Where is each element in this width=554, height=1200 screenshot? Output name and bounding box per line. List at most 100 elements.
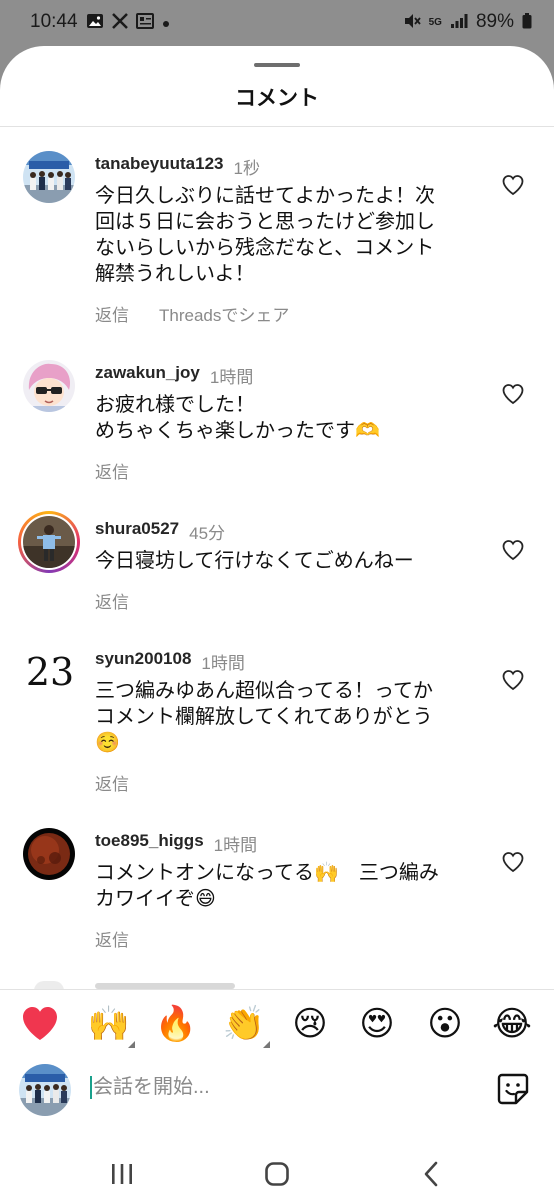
comment-item: shura0527 45分 今日寝坊して行けなくてごめんねー 返信 — [0, 511, 554, 616]
like-heart-icon[interactable] — [501, 668, 525, 692]
comment-actions: 返信 — [95, 458, 129, 483]
comment-meta: toe895_higgs 1時間 — [95, 831, 257, 856]
battery-icon — [522, 12, 532, 32]
back-icon[interactable] — [412, 1154, 452, 1194]
comment-time: 1時間 — [209, 368, 254, 387]
avatar[interactable] — [23, 151, 75, 203]
comment-text-line: 回は５日に会おうと思ったけど参加し — [95, 211, 435, 233]
comment-time: 1秒 — [233, 159, 260, 178]
more-notifications-dot-icon — [162, 14, 170, 31]
comment-username[interactable]: tanabeyuuta123 — [95, 154, 224, 179]
comment-item: zawakun_joy 1時間 お疲れ様でした！ めちゃくちゃ楽しかったです🫶 … — [0, 360, 554, 500]
comment-item: 23 syun200108 1時間 三つ編みゆあん超似合ってる！ってか コメント… — [0, 646, 554, 806]
avatar[interactable] — [23, 360, 75, 412]
emoji-heart-eyes-glyph: 😍 — [359, 1004, 395, 1044]
home-icon[interactable] — [257, 1154, 297, 1194]
quick-emoji-bar: 🙌 🔥 👏 😢 😍 😮 😂 — [0, 1002, 554, 1050]
emoji-crying-glyph: 😢 — [292, 1004, 328, 1044]
avatar[interactable] — [23, 828, 75, 880]
mute-icon — [403, 12, 421, 33]
emoji-fire-glyph: 🔥 — [154, 1004, 198, 1044]
reply-button[interactable]: 返信 — [95, 458, 129, 483]
comment-text-line: ないらしいから残念だなと、コメント — [95, 237, 435, 259]
emoji-clapping-button[interactable]: 👏 — [222, 1002, 270, 1048]
signal-icon — [450, 13, 468, 32]
recent-apps-icon[interactable] — [102, 1154, 142, 1194]
emoji-clapping-glyph: 👏 — [222, 1004, 266, 1044]
comment-meta: shura0527 45分 — [95, 519, 225, 544]
comment-text-line: 今日寝坊して行けなくてごめんねー — [95, 550, 414, 572]
comment-text-line: カワイイぞ😄 — [95, 888, 216, 910]
comment-item: tanabeyuuta123 1秒 今日久しぶりに話せてよかったよ！次 回は５日… — [0, 151, 554, 331]
comment-meta: zawakun_joy 1時間 — [95, 363, 253, 388]
reply-button[interactable]: 返信 — [95, 770, 129, 795]
comment-text-line: コメントオンになってる🙌 三つ編み — [95, 862, 439, 884]
like-heart-icon[interactable] — [501, 173, 525, 197]
emoji-surprised-glyph: 😮 — [427, 1004, 463, 1044]
share-to-threads-button[interactable]: Threadsでシェア — [159, 301, 289, 326]
like-heart-icon[interactable] — [501, 538, 525, 562]
comment-meta: tanabeyuuta123 1秒 — [95, 154, 260, 179]
emoji-fire-button[interactable]: 🔥 — [154, 1002, 198, 1046]
battery-percent: 89% — [475, 11, 514, 32]
comment-text-line: めちゃくちゃ楽しかったです🫶 — [95, 420, 380, 442]
comment-input[interactable] — [90, 1076, 470, 1099]
news-notification-icon — [135, 12, 154, 32]
comment-text-line: 今日久しぶりに話せてよかったよ！次 — [95, 185, 435, 207]
emoji-heart-eyes-button[interactable]: 😍 — [355, 1002, 399, 1046]
comment-text-line: 解禁うれしいよ！ — [95, 263, 255, 285]
comment-actions: 返信 — [95, 588, 129, 613]
status-left: 10:44 — [30, 11, 170, 33]
my-avatar — [19, 1064, 71, 1116]
reply-button[interactable]: 返信 — [95, 926, 129, 951]
comment-text: 今日久しぶりに話せてよかったよ！次 回は５日に会おうと思ったけど参加し ないらし… — [95, 183, 475, 287]
comment-composer — [0, 1056, 554, 1122]
comment-text: コメントオンになってる🙌 三つ編み カワイイぞ😄 — [95, 860, 475, 912]
variant-indicator-icon — [263, 1041, 270, 1048]
comment-username[interactable]: syun200108 — [95, 649, 191, 674]
sheet-title: コメント — [235, 87, 319, 110]
comment-username[interactable]: zawakun_joy — [95, 363, 200, 388]
comment-text: 今日寝坊して行けなくてごめんねー — [95, 548, 475, 574]
comments-sheet: コメント tanabeyuuta123 1秒 今日久しぶりに話せてよかったよ！次… — [0, 46, 554, 1200]
comment-text: お疲れ様でした！ めちゃくちゃ楽しかったです🫶 — [95, 392, 475, 444]
like-heart-icon[interactable] — [501, 382, 525, 406]
composer-divider — [0, 989, 554, 990]
system-navigation-bar — [0, 1146, 554, 1200]
comment-text-line: ☺️ — [95, 732, 120, 754]
comment-text-line: お疲れ様でした！ — [95, 394, 255, 416]
sheet-drag-handle[interactable] — [254, 63, 300, 67]
emoji-laughing-button[interactable]: 😂 — [490, 1002, 534, 1046]
comment-text-line: コメント欄解放してくれてありがとう — [95, 706, 433, 728]
emoji-surprised-button[interactable]: 😮 — [423, 1002, 467, 1046]
reply-button[interactable]: 返信 — [95, 301, 129, 326]
comment-time: 1時間 — [201, 654, 245, 673]
comment-time: 45分 — [189, 524, 226, 543]
comment-meta: syun200108 1時間 — [95, 649, 245, 674]
comment-username[interactable]: shura0527 — [95, 519, 179, 544]
comment-item-partial — [0, 979, 554, 989]
avatar-story-ring[interactable] — [18, 511, 80, 573]
variant-indicator-icon — [128, 1041, 135, 1048]
reply-button[interactable]: 返信 — [95, 588, 129, 613]
sticker-icon[interactable] — [496, 1072, 530, 1106]
like-heart-icon[interactable] — [501, 850, 525, 874]
avatar-number[interactable]: 23 — [22, 644, 78, 700]
emoji-raising-hands-button[interactable]: 🙌 — [87, 1002, 135, 1048]
comments-list[interactable]: tanabeyuuta123 1秒 今日久しぶりに話せてよかったよ！次 回は５日… — [0, 127, 554, 989]
network-type: 5G — [428, 16, 442, 28]
comment-time: 1時間 — [213, 836, 258, 855]
emoji-crying-button[interactable]: 😢 — [288, 1002, 332, 1046]
comment-item: toe895_higgs 1時間 コメントオンになってる🙌 三つ編み カワイイぞ… — [0, 828, 554, 968]
gallery-notification-icon — [86, 13, 104, 32]
comment-text-line: 三つ編みゆあん超似合ってる！ってか — [95, 680, 433, 702]
avatar-partial — [34, 981, 64, 989]
comment-username[interactable]: toe895_higgs — [95, 831, 204, 856]
emoji-laughing-glyph: 😂 — [492, 1004, 532, 1044]
comment-actions: 返信 Threadsでシェア — [95, 301, 289, 326]
emoji-heart-button[interactable] — [18, 1002, 62, 1046]
comment-actions: 返信 — [95, 770, 129, 795]
comment-text: 三つ編みゆあん超似合ってる！ってか コメント欄解放してくれてありがとう ☺️ — [95, 678, 475, 756]
x-app-icon — [111, 12, 128, 32]
comment-actions: 返信 — [95, 926, 129, 951]
